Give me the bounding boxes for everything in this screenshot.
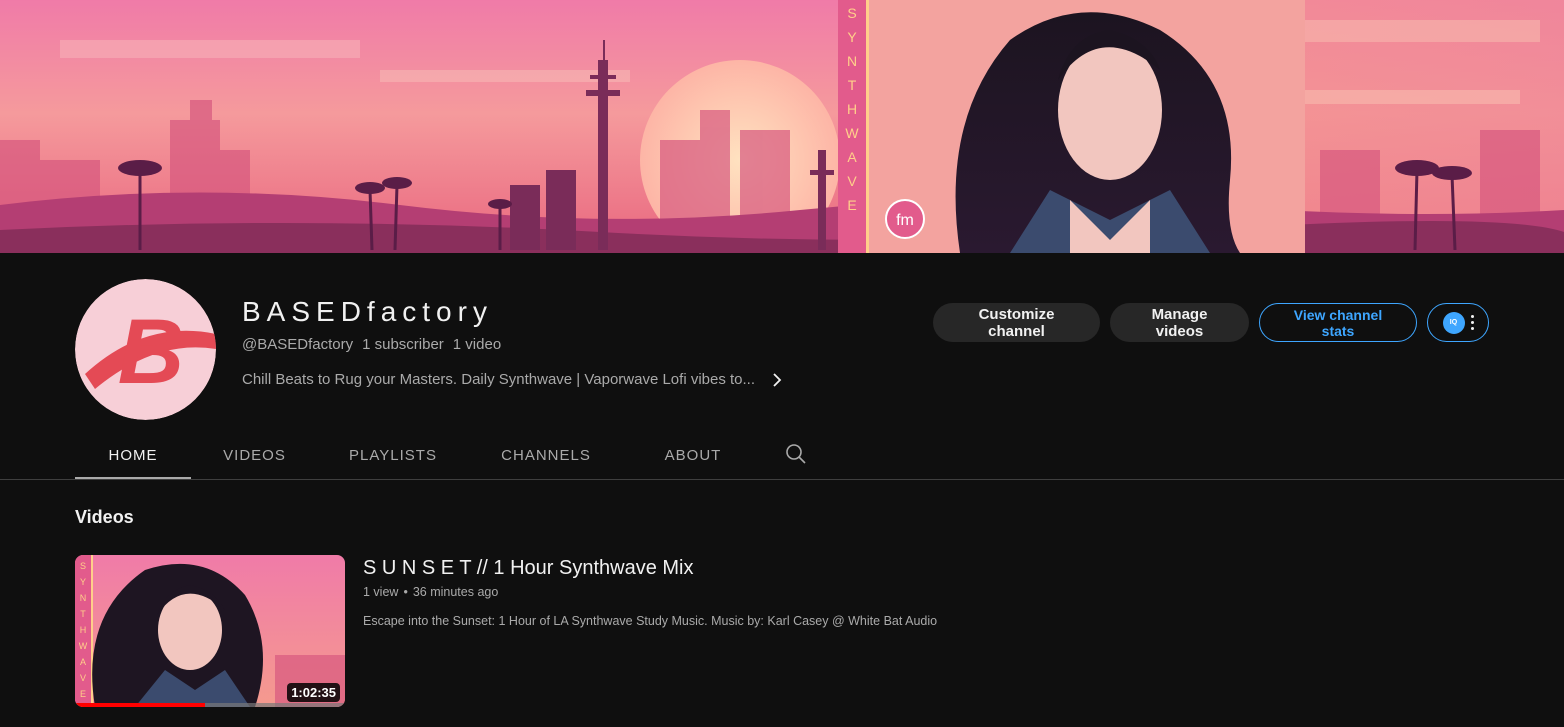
tab-home[interactable]: HOME — [75, 430, 191, 480]
thumb-vertical-letter-6: A — [80, 657, 86, 667]
banner-vertical-letter-3: T — [848, 77, 857, 93]
avatar-logo-icon: B — [75, 279, 216, 420]
channel-banner: fm SYNTHWAVE — [0, 0, 1564, 253]
banner-vertical-letter-6: A — [847, 149, 857, 165]
channel-handle: @BASEDfactory — [242, 336, 354, 353]
thumb-vertical-letter-2: N — [80, 593, 87, 603]
channel-name: BASEDfactory — [242, 296, 493, 327]
section-title[interactable]: Videos — [75, 507, 134, 528]
video-age: 36 minutes ago — [412, 585, 499, 599]
thumb-vertical-letter-5: W — [79, 641, 88, 651]
banner-vertical-letter-8: E — [847, 197, 856, 213]
watch-progress-track — [75, 703, 345, 707]
banner-vertical-letter-5: W — [845, 125, 859, 141]
manage-videos-button[interactable]: Manage videos — [1110, 303, 1249, 342]
avatar-letter: B — [118, 301, 184, 403]
meta-separator: • — [403, 585, 408, 599]
search-icon[interactable] — [785, 443, 807, 465]
video-views: 1 view — [363, 585, 399, 599]
channel-meta: @BASEDfactory 1 subscriber 1 video — [242, 336, 501, 353]
banner-artwork: fm SYNTHWAVE — [0, 0, 1564, 253]
thumb-vertical-letter-7: V — [80, 673, 86, 683]
tab-about[interactable]: ABOUT — [624, 430, 762, 480]
thumb-vertical-letter-1: Y — [80, 577, 86, 587]
thumb-vertical-letter-0: S — [80, 561, 86, 571]
video-count: 1 video — [452, 336, 502, 353]
banner-vertical-letter-7: V — [847, 173, 857, 189]
watch-progress-fill — [75, 703, 205, 707]
customize-channel-button[interactable]: Customize channel — [933, 303, 1100, 342]
tab-videos[interactable]: VIDEOS — [191, 430, 318, 480]
chevron-right-icon — [773, 372, 782, 387]
channel-tabs: HOME VIDEOS PLAYLISTS CHANNELS ABOUT — [75, 430, 762, 480]
banner-vertical-letter-4: H — [847, 101, 857, 117]
extension-menu-button[interactable]: IQ — [1427, 303, 1489, 342]
channel-avatar[interactable]: B — [75, 279, 216, 420]
video-meta: 1 view • 36 minutes ago — [363, 585, 498, 599]
subscriber-count: 1 subscriber — [362, 336, 444, 353]
thumb-vertical-letter-4: H — [80, 625, 87, 635]
video-duration: 1:02:35 — [287, 683, 340, 702]
channel-description-link[interactable]: Chill Beats to Rug your Masters. Daily S… — [242, 371, 785, 388]
banner-vertical-letter-0: S — [847, 5, 856, 21]
video-title[interactable]: S U N S E T // 1 Hour Synthwave Mix — [363, 557, 694, 580]
channel-description: Chill Beats to Rug your Masters. Daily S… — [242, 371, 756, 388]
video-description: Escape into the Sunset: 1 Hour of LA Syn… — [363, 614, 938, 628]
tab-playlists[interactable]: PLAYLISTS — [318, 430, 468, 480]
more-vert-icon — [1470, 315, 1474, 330]
channel-actions: Customize channel Manage videos View cha… — [933, 303, 1489, 342]
tabs-divider — [0, 479, 1564, 480]
video-thumbnail[interactable]: SYNTHWAVE 1:02:35 — [75, 555, 345, 707]
banner-vertical-letter-1: Y — [847, 29, 857, 45]
banner-vertical-letter-2: N — [847, 53, 857, 69]
extension-logo-icon: IQ — [1442, 311, 1465, 334]
view-channel-stats-button[interactable]: View channel stats — [1259, 303, 1417, 342]
thumb-vertical-letter-8: E — [80, 689, 86, 699]
tab-channels[interactable]: CHANNELS — [468, 430, 624, 480]
thumb-vertical-letter-3: T — [80, 609, 86, 619]
banner-logo-text: fm — [896, 212, 914, 229]
